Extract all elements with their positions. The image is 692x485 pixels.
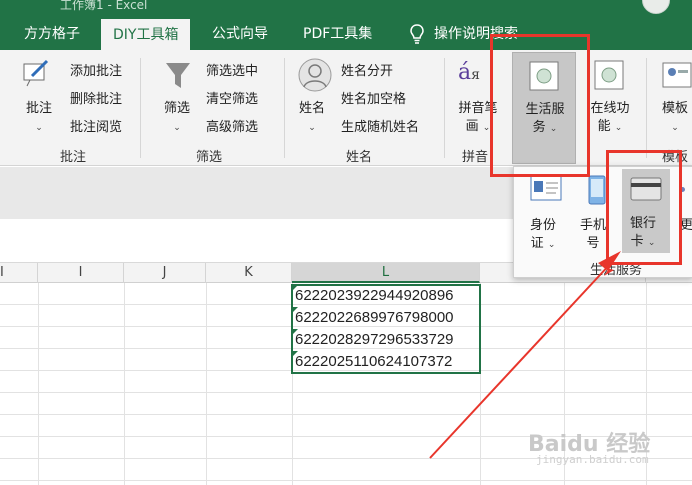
baidu-watermark-url: jingyan.baidu.com <box>536 453 649 466</box>
pointer-arrow <box>429 251 621 459</box>
